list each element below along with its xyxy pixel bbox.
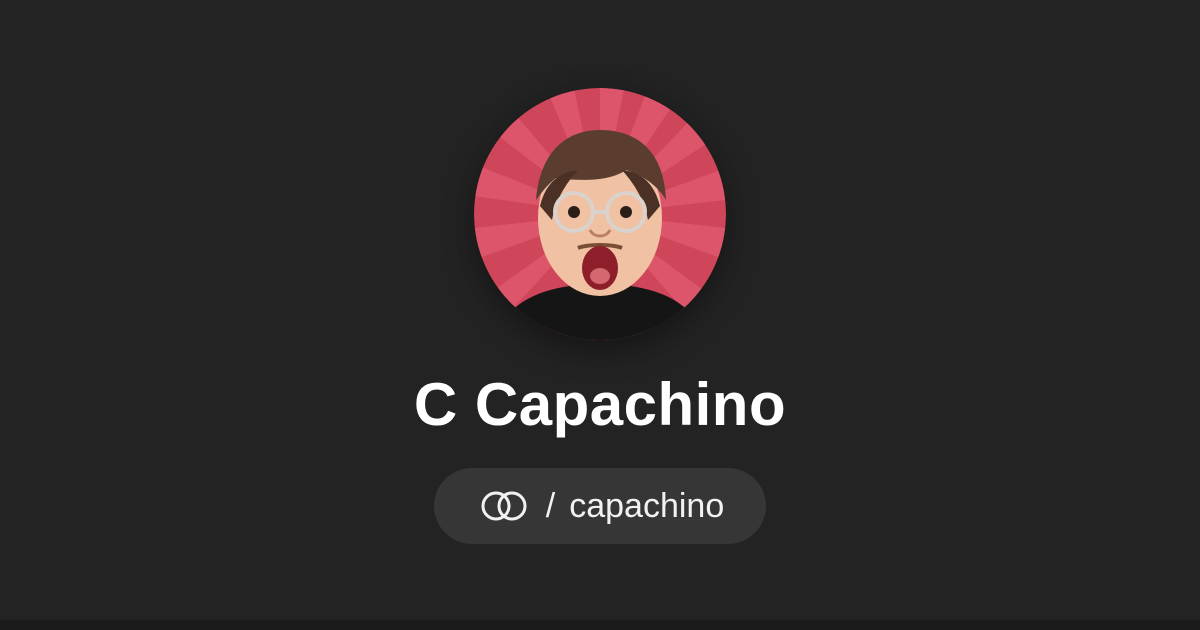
avatar-illustration	[474, 88, 726, 340]
profile-handle-link[interactable]: / capachino	[434, 468, 766, 544]
profile-name: C Capachino	[413, 371, 787, 438]
handle-username: capachino	[569, 487, 725, 525]
linked-rings-icon	[476, 489, 532, 523]
bottom-strip	[0, 620, 1200, 630]
avatar	[474, 88, 726, 340]
profile-card: C Capachino / capachino	[0, 0, 1200, 630]
handle-separator: /	[545, 487, 556, 525]
